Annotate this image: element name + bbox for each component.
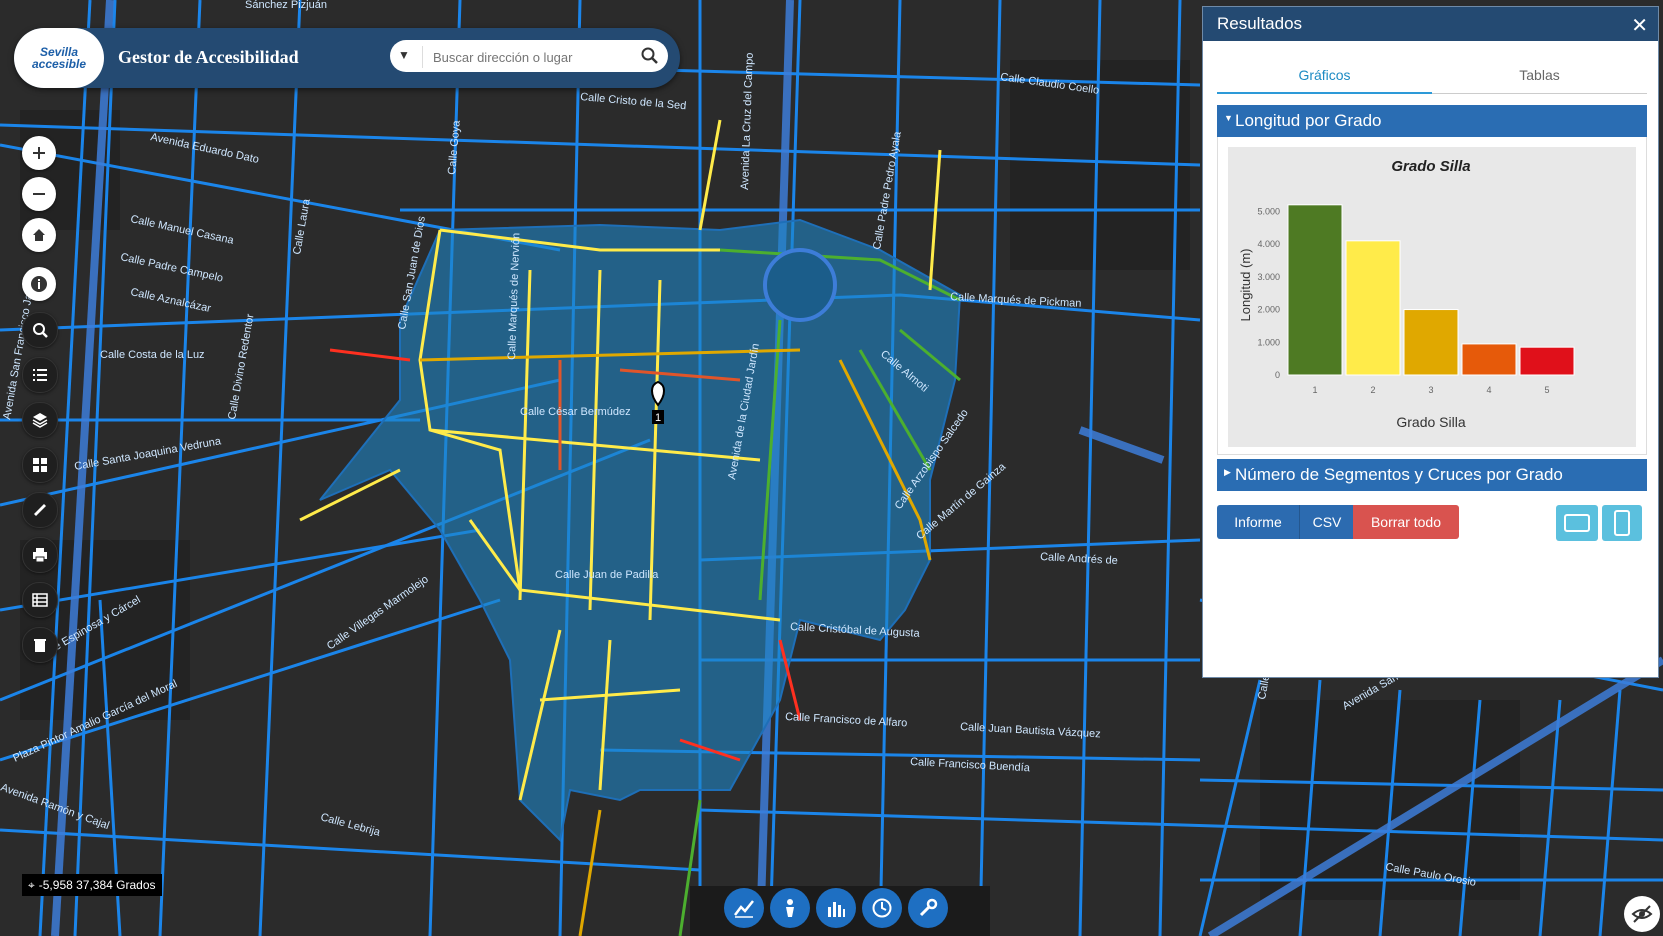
logo-text: Sevilla accesible (31, 45, 87, 71)
tablet-landscape-icon (1564, 514, 1590, 532)
street-label: Sánchez Pizjuán (245, 0, 327, 11)
y-tick-label: 0 (1275, 370, 1280, 380)
ruler-icon (34, 504, 46, 516)
person-icon (786, 899, 794, 917)
phone-portrait-icon (1614, 510, 1630, 536)
accordion-longitud-label: Longitud por Grado (1235, 111, 1382, 130)
bar-chart: Grado Silla Longitud (m) Grado Silla 0 1.000… (1238, 158, 1575, 430)
bar-chart-icon (828, 902, 845, 917)
coordinate-text: -5,958 37,384 Grados (38, 878, 156, 892)
y-tick-label: 1.000 (1257, 337, 1280, 347)
x-axis-label: Grado Silla (1396, 414, 1465, 430)
history-tool-button[interactable] (862, 888, 902, 928)
clear-all-button[interactable]: Borrar todo (1353, 505, 1459, 539)
report-button[interactable]: Informe (1217, 505, 1299, 539)
basemap-button[interactable] (22, 447, 58, 483)
profile-tool-button[interactable] (724, 888, 764, 928)
street-label: Calle Juan de Padilla (555, 569, 659, 581)
search-box: ▼ (390, 40, 668, 72)
statistics-tool-button[interactable] (816, 888, 856, 928)
clock-icon (872, 898, 892, 918)
accordion-segmentos[interactable]: ▶ Número de Segmentos y Cruces por Grado (1217, 459, 1647, 491)
y-tick-label: 5.000 (1257, 206, 1280, 216)
chart-title: Grado Silla (1391, 158, 1470, 175)
plus-icon (33, 147, 45, 159)
coordinate-readout: ⌖ -5,958 37,384 Grados (22, 874, 162, 896)
trash-icon (34, 639, 46, 652)
home-icon (33, 229, 45, 241)
measure-button[interactable] (22, 492, 58, 528)
info-icon (31, 276, 47, 292)
grid-icon (33, 458, 47, 472)
x-tick-label: 4 (1486, 385, 1491, 395)
bar-grado-5 (1519, 346, 1575, 376)
portrait-view-button[interactable] (1602, 505, 1642, 541)
x-tick-label: 5 (1544, 385, 1549, 395)
zoom-in-button[interactable] (22, 136, 56, 170)
list-button[interactable] (22, 357, 58, 393)
caret-down-icon: ▼ (1224, 113, 1233, 123)
wrench-icon (919, 898, 938, 917)
results-panel: Resultados ✕ Gráficos Tablas ▼ Longitud … (1202, 6, 1659, 678)
search-icon (33, 323, 48, 338)
layers-icon (32, 413, 48, 428)
bar-grado-2 (1345, 240, 1401, 376)
close-icon[interactable]: ✕ (1631, 13, 1648, 38)
tab-tablas[interactable]: Tablas (1432, 67, 1647, 83)
accordion-longitud[interactable]: ▼ Longitud por Grado (1217, 105, 1647, 137)
accessibility-tool-button[interactable] (770, 888, 810, 928)
street-label: Calle César Bermúdez (520, 406, 631, 418)
x-tick-label: 3 (1428, 385, 1433, 395)
zoom-out-button[interactable] (22, 177, 56, 211)
y-tick-label: 2.000 (1257, 305, 1280, 315)
toggle-visibility-button[interactable] (1624, 896, 1660, 932)
home-button[interactable] (22, 218, 56, 252)
line-chart-icon (734, 900, 754, 918)
y-tick-label: 3.000 (1257, 272, 1280, 282)
print-button[interactable] (22, 537, 58, 573)
search-input[interactable] (422, 46, 645, 68)
marker-label: 1 (655, 412, 661, 424)
panel-title: Resultados (1217, 14, 1303, 33)
bar-grado-3 (1403, 309, 1459, 376)
table-icon (32, 593, 48, 607)
print-icon (33, 548, 47, 563)
delete-button[interactable] (22, 627, 58, 663)
roundabout (763, 248, 837, 322)
bar-grado-4 (1461, 343, 1517, 376)
eye-slash-icon (1631, 905, 1653, 923)
chevron-down-icon[interactable]: ▼ (398, 48, 414, 64)
app-logo[interactable]: Sevilla accesible (14, 28, 104, 88)
crosshair-icon: ⌖ (28, 877, 35, 892)
bar-grado-1 (1287, 204, 1343, 376)
y-tick-label: 4.000 (1257, 239, 1280, 249)
panel-tabs: Gráficos Tablas (1217, 59, 1647, 94)
app-header: Sevilla accesible Gestor de Accesibilida… (14, 28, 680, 88)
csv-button[interactable]: CSV (1299, 505, 1354, 539)
caret-right-icon: ▶ (1224, 467, 1231, 477)
info-button[interactable] (22, 267, 56, 301)
minus-icon (33, 193, 45, 195)
layers-button[interactable] (22, 402, 58, 438)
street-label: Calle Costa de la Luz (100, 349, 205, 361)
x-tick-label: 2 (1370, 385, 1375, 395)
settings-tool-button[interactable] (908, 888, 948, 928)
tab-graficos[interactable]: Gráficos (1217, 67, 1432, 94)
app-title: Gestor de Accesibilidad (118, 47, 299, 67)
x-tick-label: 1 (1312, 385, 1317, 395)
search-tool-button[interactable] (22, 312, 58, 348)
accordion-segmentos-label: Número de Segmentos y Cruces por Grado (1235, 465, 1563, 484)
landscape-view-button[interactable] (1556, 505, 1598, 541)
search-icon[interactable] (640, 46, 660, 66)
panel-header: Resultados ✕ (1203, 7, 1658, 41)
chart-container: Grado Silla Longitud (m) Grado Silla 0 1.000… (1217, 137, 1647, 455)
y-axis-label: Longitud (m) (1238, 249, 1253, 322)
list-icon (33, 369, 47, 381)
table-button[interactable] (22, 582, 58, 618)
